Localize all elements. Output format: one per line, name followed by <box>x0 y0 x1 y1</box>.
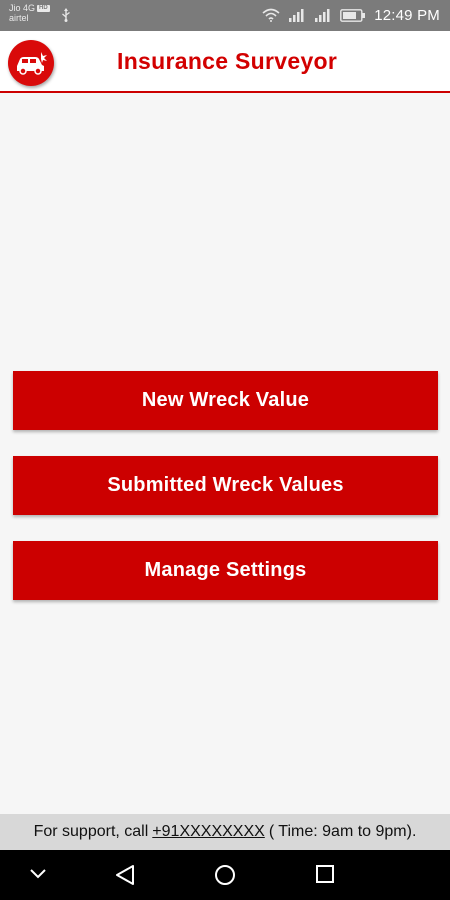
battery-icon <box>340 8 366 22</box>
support-prefix: For support, call <box>33 823 149 840</box>
recents-icon[interactable] <box>315 864 335 884</box>
app-title: Insurance Surveyor <box>117 48 338 74</box>
home-icon[interactable] <box>214 864 236 886</box>
support-bar: For support, call +91XXXXXXXX ( Time: 9a… <box>0 814 450 850</box>
signal-icon <box>315 9 330 22</box>
carrier-info: Jio 4G HD airtel <box>9 3 50 23</box>
nav-bar <box>0 850 450 900</box>
support-hours: ( Time: 9am to 9pm). <box>268 823 417 840</box>
submitted-wreck-values-button[interactable]: Submitted Wreck Values <box>13 456 438 515</box>
usb-icon <box>62 8 70 22</box>
signal-icon <box>289 9 304 22</box>
support-phone-link[interactable]: +91XXXXXXXX <box>152 823 265 841</box>
app-bar: Insurance Surveyor <box>0 31 450 93</box>
new-wreck-value-button[interactable]: New Wreck Value <box>13 371 438 430</box>
screen: Jio 4G HD airtel 12:49 PM Insurance Surv… <box>0 0 450 900</box>
chevron-down-icon[interactable] <box>29 868 47 880</box>
manage-settings-button[interactable]: Manage Settings <box>13 541 438 600</box>
clock: 12:49 PM <box>374 6 440 24</box>
volte-badge: HD <box>37 4 50 12</box>
carrier-2-label: airtel <box>9 13 29 23</box>
status-icons: 12:49 PM <box>262 5 440 25</box>
carrier-1-label: Jio 4G <box>9 3 36 13</box>
back-icon[interactable] <box>114 864 136 886</box>
wifi-icon <box>262 8 280 22</box>
status-bar: Jio 4G HD airtel 12:49 PM <box>0 0 450 31</box>
car-crash-icon <box>8 40 54 86</box>
